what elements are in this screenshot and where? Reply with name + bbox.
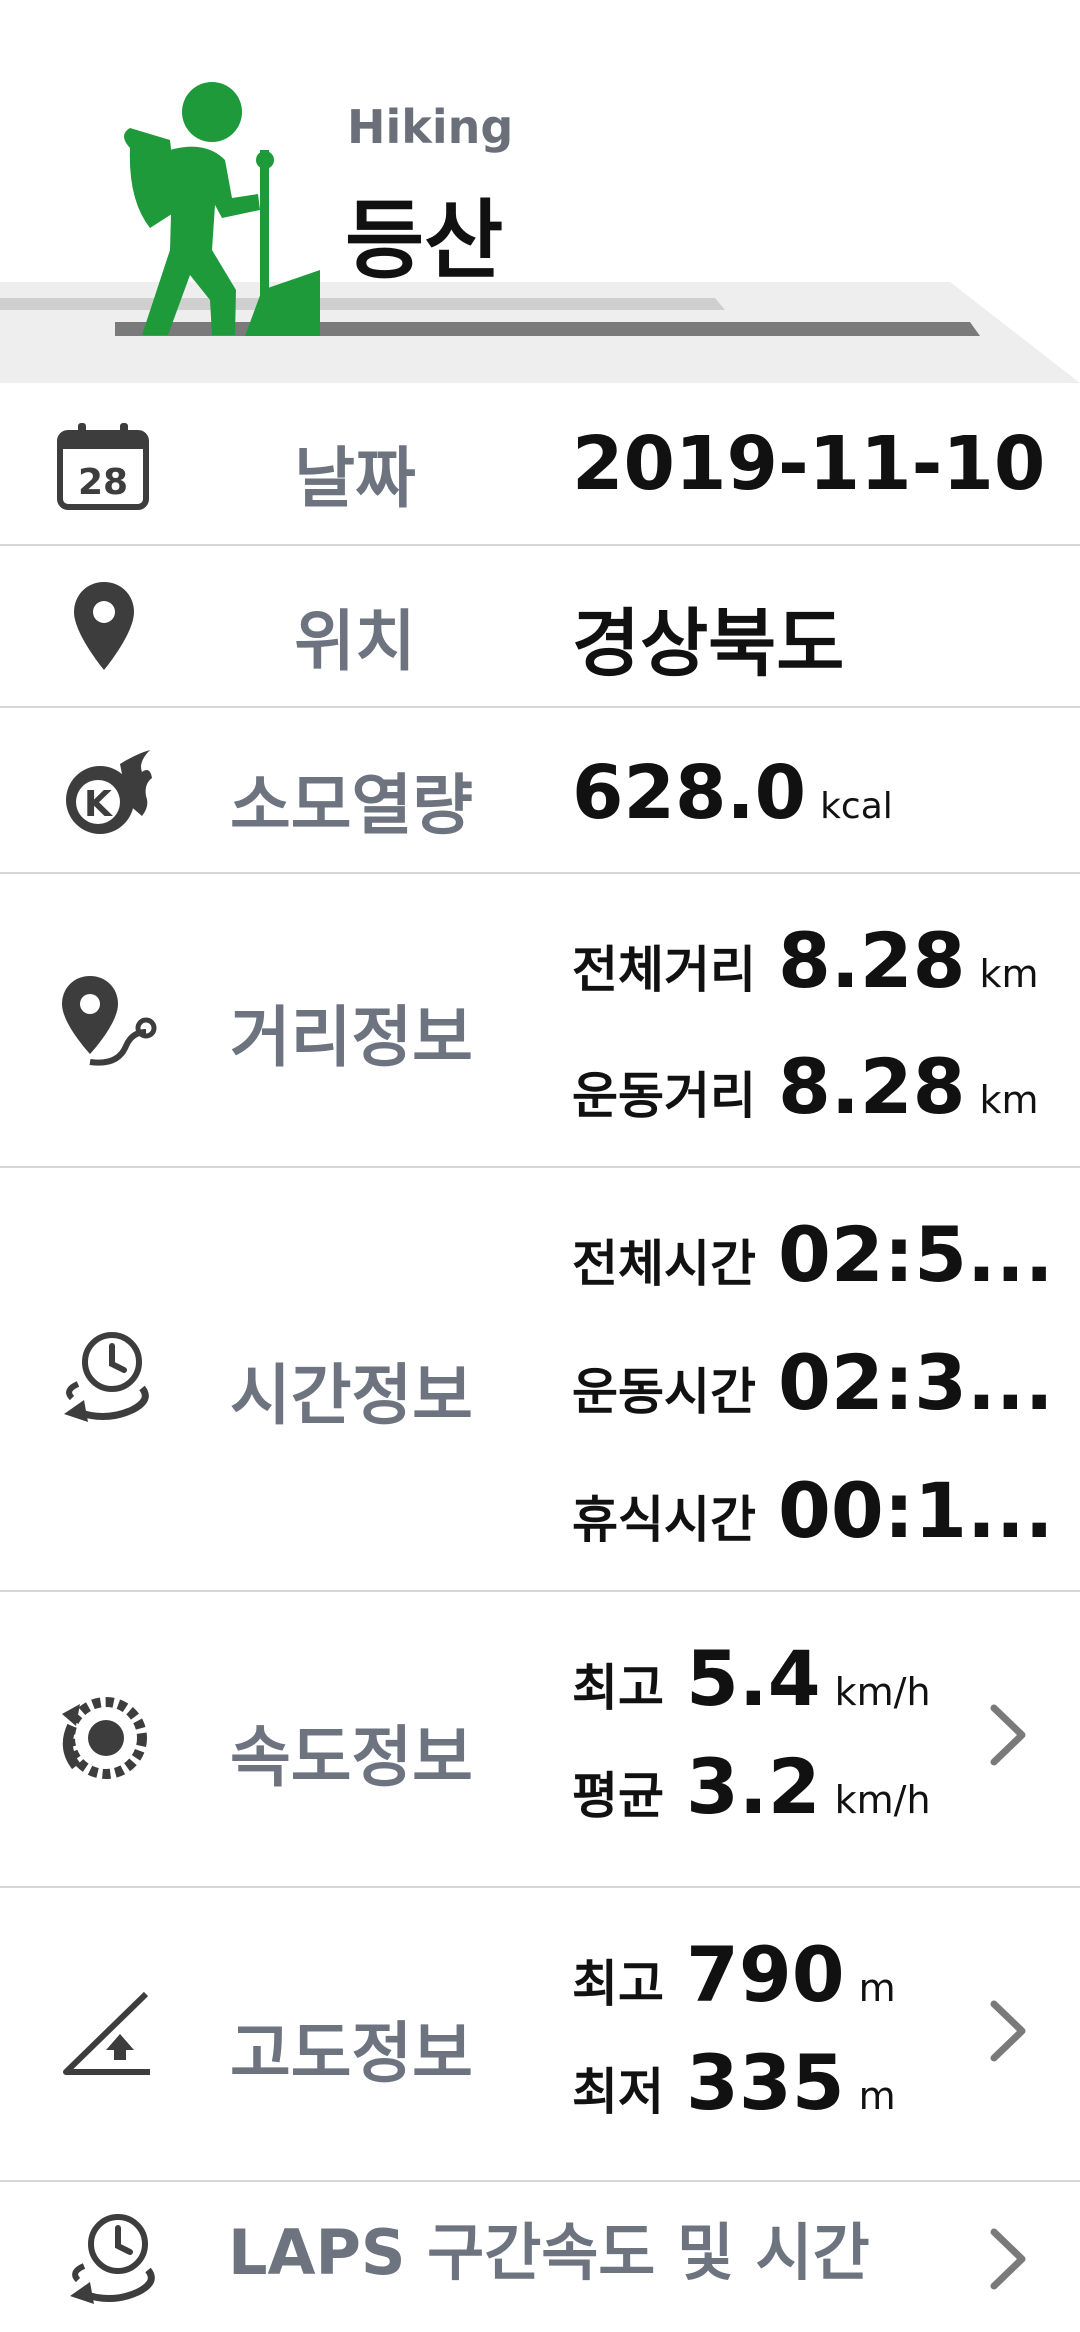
svg-text:28: 28 (78, 462, 128, 503)
min-altitude-key: 최저 (572, 2063, 664, 2121)
speed-label: 속도정보 (230, 1719, 473, 1796)
moving-distance-key: 운동거리 (572, 1067, 756, 1125)
moving-distance-value: 8.28 (778, 1042, 966, 1131)
date-row: 28 날짜 2019-11-10 (0, 383, 1080, 546)
moving-time: 운동시간 02:3... (572, 1338, 1054, 1427)
rest-time-key: 휴식시간 (572, 1491, 756, 1549)
total-time: 전체시간 02:5... (572, 1210, 1054, 1299)
max-speed-key: 최고 (572, 1659, 664, 1717)
speedometer-icon (62, 1697, 147, 1779)
calories-value-wrap: 628.0 kcal (572, 750, 893, 836)
min-altitude-value: 335 (686, 2038, 845, 2127)
clock-cycle-icon (64, 1332, 149, 1422)
altitude-info-row[interactable]: 고도정보 최고 790 m 최저 335 m (0, 1888, 1080, 2182)
date-value: 2019-11-10 (572, 421, 1046, 507)
max-altitude-value: 790 (686, 1930, 845, 2019)
altitude-icon (63, 1991, 150, 2075)
calendar-icon: 28 (57, 423, 149, 510)
distance-row: 거리정보 전체거리 8.28 km 운동거리 8.28 km (0, 874, 1080, 1168)
laps-label: LAPS 구간속도 및 시간 (228, 2216, 870, 2289)
total-distance: 전체거리 8.28 km (572, 916, 1039, 1005)
chevron-right-icon (990, 1704, 1026, 1766)
total-time-key: 전체시간 (572, 1235, 756, 1293)
total-distance-key: 전체거리 (572, 941, 756, 999)
rest-time-value: 00:1... (778, 1466, 1054, 1555)
moving-time-value: 02:3... (778, 1338, 1054, 1427)
location-value: 경상북도 (572, 601, 845, 687)
total-distance-unit: km (979, 952, 1039, 996)
rest-time: 휴식시간 00:1... (572, 1466, 1054, 1555)
laps-clock-icon (70, 2214, 155, 2304)
chevron-right-icon (990, 2228, 1026, 2290)
avg-speed: 평균 3.2 km/h (572, 1742, 931, 1831)
moving-distance: 운동거리 8.28 km (572, 1042, 1039, 1131)
max-speed: 최고 5.4 km/h (572, 1634, 931, 1723)
time-row: 시간정보 전체시간 02:5... 운동시간 02:3... 휴식시간 00:1... (0, 1168, 1080, 1592)
total-distance-value: 8.28 (778, 916, 966, 1005)
altitude-label: 고도정보 (230, 2015, 473, 2092)
total-time-value: 02:5... (778, 1210, 1054, 1299)
min-altitude-unit: m (858, 2074, 896, 2118)
location-pin-icon (74, 582, 134, 670)
max-altitude-key: 최고 (572, 1955, 664, 2013)
location-row: 위치 경상북도 (0, 546, 1080, 708)
calories-value: 628.0 (572, 750, 807, 836)
route-pin-icon (62, 976, 157, 1066)
date-label: 날짜 (294, 440, 416, 517)
max-speed-unit: km/h (834, 1670, 931, 1714)
calories-label: 소모열량 (230, 767, 473, 844)
location-label: 위치 (294, 603, 416, 680)
hiking-banner-graphic (0, 82, 1080, 383)
min-altitude: 최저 335 m (572, 2038, 896, 2127)
activity-title-ko: 등산 (345, 191, 504, 291)
calories-unit: kcal (820, 786, 893, 827)
activity-header: Hiking 등산 (0, 0, 1080, 383)
moving-time-key: 운동시간 (572, 1363, 756, 1421)
speed-info-row[interactable]: 속도정보 최고 5.4 km/h 평균 3.2 km/h (0, 1592, 1080, 1888)
calories-row: K 소모열량 628.0 kcal (0, 708, 1080, 874)
max-altitude-unit: m (858, 1966, 896, 2010)
avg-speed-value: 3.2 (686, 1742, 821, 1831)
activity-title-en: Hiking (347, 100, 514, 154)
moving-distance-unit: km (979, 1078, 1039, 1122)
avg-speed-key: 평균 (572, 1767, 664, 1825)
calorie-flame-icon: K (66, 750, 152, 834)
chevron-right-icon (990, 2000, 1026, 2062)
distance-label: 거리정보 (230, 999, 473, 1076)
time-label: 시간정보 (230, 1357, 473, 1434)
max-speed-value: 5.4 (686, 1634, 821, 1723)
max-altitude: 최고 790 m (572, 1930, 896, 2019)
svg-text:K: K (84, 784, 113, 825)
laps-row[interactable]: LAPS 구간속도 및 시간 (0, 2182, 1080, 2332)
avg-speed-unit: km/h (834, 1778, 931, 1822)
